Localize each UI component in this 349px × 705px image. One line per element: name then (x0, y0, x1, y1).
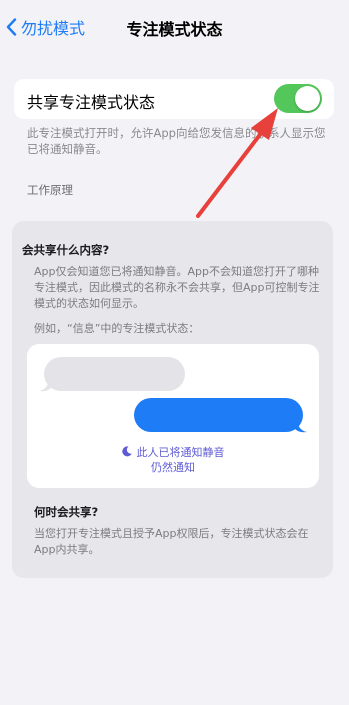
what-is-shared-text: App仅会知道您已将通知静音。App不会知道您打开了哪种专注模式，因此模式的名称… (34, 265, 320, 310)
navigation-bar: 勿扰模式 专注模式状态 (0, 0, 349, 52)
toggle-knob (295, 86, 320, 111)
what-is-shared-heading: 会共享什么内容? (22, 243, 110, 257)
focus-status-notice: 此人已将通知静音 仍然通知 (27, 445, 319, 475)
share-focus-status-toggle[interactable] (274, 84, 322, 113)
example-label: 例如，“信息”中的专注模式状态： (34, 322, 200, 335)
share-focus-status-label: 共享专注模式状态 (27, 93, 156, 112)
notify-anyway-link[interactable]: 仍然通知 (151, 461, 195, 474)
page-title: 专注模式状态 (126, 20, 223, 39)
messages-preview: 此人已将通知静音 仍然通知 (27, 344, 319, 488)
outgoing-message-bubble (134, 398, 303, 432)
when-shared-text: 当您打开专注模式且授予App权限后，专注模式状态会在App内共享。 (34, 527, 309, 556)
when-shared-heading: 何时会共享? (34, 505, 99, 519)
incoming-bubble-tail (39, 378, 53, 392)
outgoing-bubble-tail (293, 419, 307, 433)
how-it-works-header: 工作原理 (27, 183, 73, 197)
moon-icon (121, 446, 132, 457)
notice-muted-text: 此人已将通知静音 (136, 446, 225, 459)
share-focus-status-row: 共享专注模式状态 (14, 79, 334, 119)
share-footer-note: 此专注模式打开时，允许App向给您发信息的联系人显示您已将通知静音。 (27, 126, 326, 156)
incoming-message-bubble (44, 357, 185, 391)
